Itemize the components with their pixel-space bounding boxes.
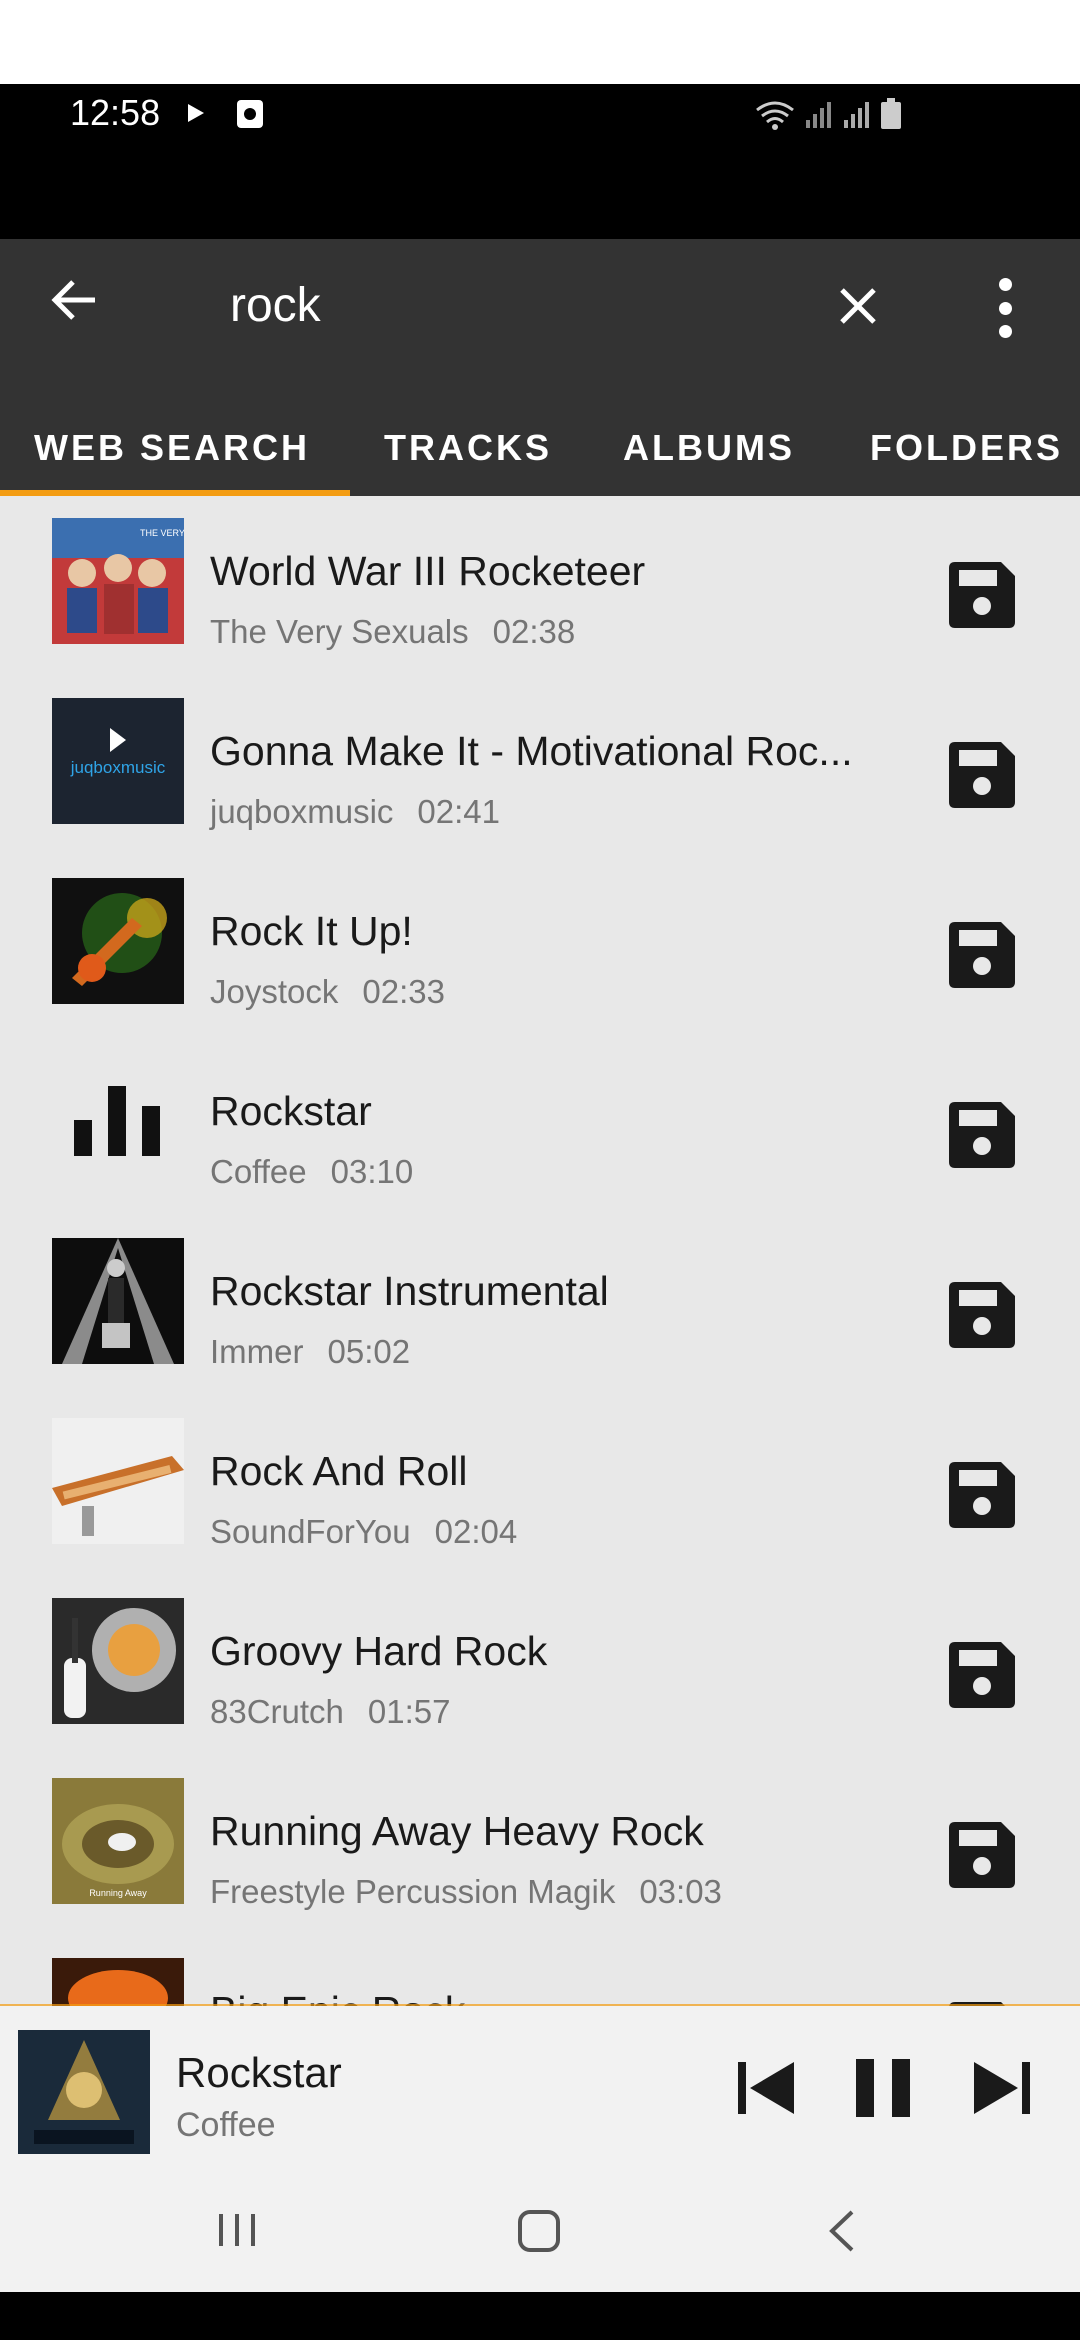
track-title: Groovy Hard Rock [210,1628,548,1674]
list-item[interactable]: Running Away Running Away Heavy Rock Fre… [0,1766,1080,1946]
search-input[interactable]: rock [230,282,321,330]
home-icon[interactable] [516,2208,562,2254]
track-artist: Joystock [210,973,339,1010]
track-artist: Immer [210,1333,304,1370]
results-list[interactable]: THE VERY SEXUALS World War III Rocketeer… [0,496,1080,2006]
track-duration: 02:41 [417,793,501,830]
track-duration: 02:04 [434,1513,518,1550]
list-item[interactable]: juqboxmusic Gonna Make It - Motivational… [0,686,1080,866]
list-item[interactable]: Rockstar Instrumental Immer 05:02 [0,1226,1080,1406]
status-time: 12:58 [70,92,161,133]
tab-bar: WEB SEARCH TRACKS ALBUMS FOLDERS [0,400,1080,496]
now-playing-artwork[interactable] [18,2030,150,2154]
list-item[interactable]: Rock And Roll SoundForYou 02:04 [0,1406,1080,1586]
list-item[interactable]: THE VERY SEXUALS World War III Rocketeer… [0,506,1080,686]
tab-tracks[interactable]: TRACKS [384,400,552,496]
list-item[interactable]: Big Epic Rock [0,1946,1080,2006]
track-title: Running Away Heavy Rock [210,1808,704,1854]
back-button[interactable] [42,268,106,332]
svg-text:THE VERY SEXUALS: THE VERY SEXUALS [140,528,184,538]
track-subtitle: The Very Sexuals 02:38 [210,613,576,650]
track-duration: 02:38 [492,613,576,650]
signal-icon [844,102,869,128]
mini-player[interactable] [0,2006,1080,2172]
track-thumbnail [52,1418,184,1544]
pause-icon[interactable] [850,2055,916,2121]
track-duration: 05:02 [327,1333,411,1370]
tab-albums[interactable]: ALBUMS [623,400,795,496]
track-artist: 83Crutch [210,1693,344,1730]
list-item[interactable]: Groovy Hard Rock 83Crutch 01:57 [0,1586,1080,1766]
media-icon [236,99,264,134]
save-icon[interactable] [945,1278,1019,1352]
track-artist: SoundForYou [210,1513,411,1550]
recents-icon[interactable] [215,2210,259,2250]
track-duration: 03:03 [639,1873,722,1910]
track-subtitle: Coffee 03:10 [210,1153,414,1190]
list-item[interactable]: Rock It Up! Joystock 02:33 [0,866,1080,1046]
screen: 12:58 rock WEB SEARCH TRACKS ALBUMS FOLD… [0,0,1080,2340]
track-thumbnail [52,878,184,1004]
battery-icon [881,98,901,129]
list-item[interactable]: Rockstar Coffee 03:10 [0,1046,1080,1226]
track-subtitle: Joystock 02:33 [210,973,445,1010]
save-icon[interactable] [945,1638,1019,1712]
save-icon[interactable] [945,918,1019,992]
play-indicator-icon [186,102,206,129]
more-vert-icon [998,278,1012,291]
track-artist: juqboxmusic [210,793,394,830]
track-title: Rock It Up! [210,908,413,954]
track-duration: 03:10 [330,1153,414,1190]
save-icon[interactable] [945,738,1019,812]
track-title: Rockstar Instrumental [210,1268,609,1314]
bottom-margin [0,2292,1080,2340]
track-artist: Freestyle Percussion Magik [210,1873,616,1910]
now-playing-title[interactable]: Rockstar [176,2052,342,2094]
track-thumbnail: Running Away [52,1778,184,1904]
save-icon[interactable] [945,1818,1019,1892]
track-duration: 02:33 [362,973,445,1010]
skip-next-icon[interactable] [970,2058,1034,2118]
svg-text:juqboxmusic: juqboxmusic [70,758,166,777]
status-icons [754,98,902,130]
track-thumbnail: THE VERY SEXUALS [52,518,184,644]
arrow-left-icon [51,280,95,320]
track-thumbnail: juqboxmusic [52,698,184,824]
tab-web-search[interactable]: WEB SEARCH [34,400,310,496]
save-icon[interactable] [945,1458,1019,1532]
top-margin [0,0,1080,84]
clear-search-button[interactable] [830,278,886,334]
wifi-icon [756,101,794,130]
back-icon[interactable] [826,2208,858,2254]
track-title: Rock And Roll [210,1448,468,1494]
track-subtitle: Freestyle Percussion Magik 03:03 [210,1873,722,1910]
track-thumbnail [52,1238,184,1364]
track-thumbnail [52,1958,184,2006]
track-artist: Coffee [210,1153,307,1190]
skip-previous-icon[interactable] [734,2058,798,2118]
track-subtitle: SoundForYou 02:04 [210,1513,518,1550]
now-playing-artist[interactable]: Coffee [176,2108,276,2142]
track-subtitle: Immer 05:02 [210,1333,411,1370]
save-icon[interactable] [945,1098,1019,1172]
close-icon [840,288,876,324]
track-thumbnail [52,1598,184,1724]
tab-folders[interactable]: FOLDERS [870,400,1063,496]
equalizer-icon [74,1086,160,1156]
track-duration: 01:57 [367,1693,451,1730]
more-options-button[interactable] [990,278,1020,338]
track-title: World War III Rocketeer [210,548,646,594]
track-title: Rockstar [210,1088,372,1134]
save-icon[interactable] [945,558,1019,632]
status-bar [0,84,1080,239]
track-subtitle: juqboxmusic 02:41 [210,793,501,830]
track-artist: The Very Sexuals [210,613,469,650]
svg-text:Running Away: Running Away [89,1888,147,1898]
signal-icon [806,102,831,128]
track-subtitle: 83Crutch 01:57 [210,1693,451,1730]
track-title: Gonna Make It - Motivational Roc... [210,728,853,774]
